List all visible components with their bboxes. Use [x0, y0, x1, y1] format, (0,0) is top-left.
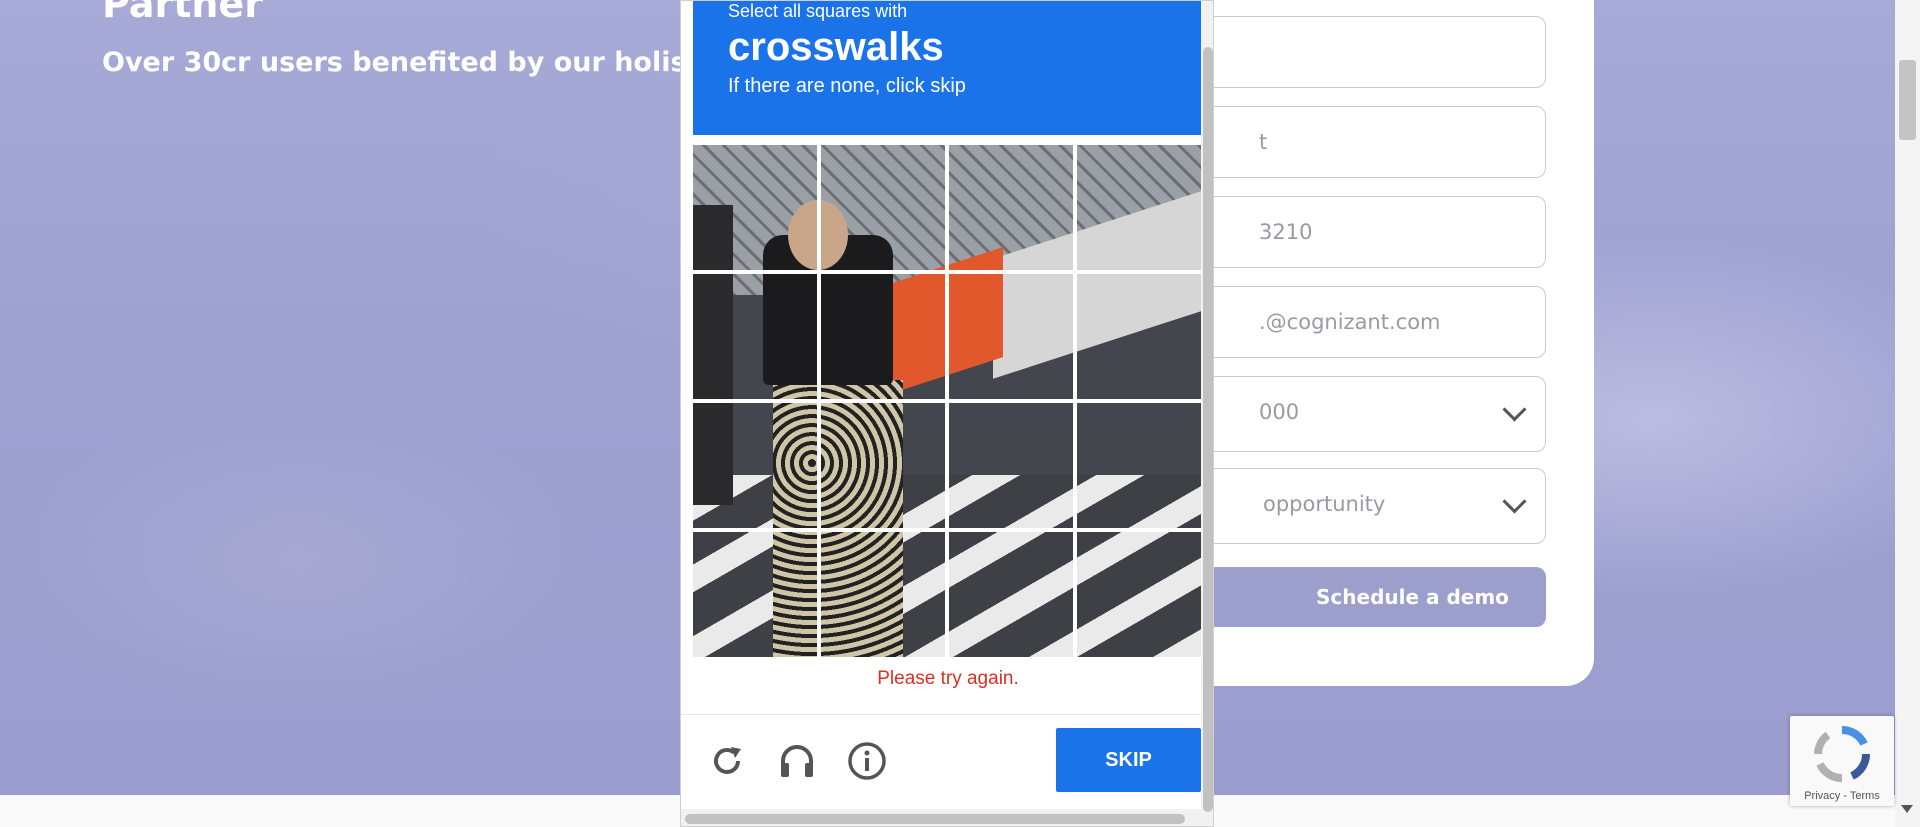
phone-field[interactable]: 3210 — [1206, 196, 1546, 268]
company-size-select[interactable]: 000 — [1206, 376, 1546, 452]
captcha-tile-image — [949, 532, 1073, 657]
captcha-tile-image — [693, 532, 817, 657]
name-field[interactable] — [1206, 16, 1546, 88]
captcha-header: Select all squares with crosswalks If th… — [693, 1, 1201, 135]
captcha-tile[interactable] — [693, 403, 817, 528]
company-field[interactable]: t — [1206, 106, 1546, 178]
phone-field-value: 3210 — [1259, 220, 1313, 244]
captcha-challenge: Select all squares with crosswalks If th… — [680, 0, 1214, 827]
captcha-instruction: Select all squares with — [728, 1, 908, 21]
captcha-tile-image — [1077, 274, 1201, 399]
captcha-tile[interactable] — [821, 403, 945, 528]
captcha-horizontal-scrollbar-thumb[interactable] — [685, 814, 1185, 824]
captcha-tile[interactable] — [821, 274, 945, 399]
captcha-tile-image — [1077, 532, 1201, 657]
captcha-tile[interactable] — [949, 145, 1073, 270]
captcha-tile[interactable] — [949, 532, 1073, 657]
captcha-target: crosswalks — [728, 25, 944, 69]
captcha-tile-image — [949, 274, 1073, 399]
schedule-demo-button[interactable]: Schedule a demo — [1206, 567, 1546, 627]
captcha-tile-image — [1077, 403, 1201, 528]
captcha-tile-image — [1077, 145, 1201, 270]
captcha-tile[interactable] — [693, 274, 817, 399]
captcha-tile-image — [693, 145, 817, 270]
captcha-tile[interactable] — [821, 532, 945, 657]
captcha-tile-image — [949, 403, 1073, 528]
recaptcha-badge[interactable]: Privacy - Terms — [1790, 716, 1894, 806]
captcha-grid — [693, 145, 1201, 657]
email-field[interactable]: .@cognizant.com — [1206, 286, 1546, 358]
audio-icon[interactable] — [777, 741, 817, 781]
captcha-tile-image — [693, 403, 817, 528]
skip-button[interactable]: SKIP — [1056, 728, 1201, 792]
captcha-tile[interactable] — [821, 145, 945, 270]
chevron-down-icon — [1502, 397, 1527, 422]
captcha-tile[interactable] — [693, 145, 817, 270]
captcha-tile[interactable] — [1077, 403, 1201, 528]
captcha-tile[interactable] — [949, 403, 1073, 528]
email-field-value: .@cognizant.com — [1259, 310, 1441, 334]
opportunity-select[interactable]: opportunity — [1206, 468, 1546, 544]
hero-subheading: Over 30cr users benefited by our holisti… — [102, 47, 702, 78]
captcha-tile[interactable] — [949, 274, 1073, 399]
chevron-down-icon — [1502, 489, 1527, 514]
company-field-value: t — [1259, 130, 1268, 154]
reload-icon[interactable] — [707, 741, 747, 781]
recaptcha-links[interactable]: Privacy - Terms — [1790, 790, 1894, 802]
opportunity-value: opportunity — [1263, 492, 1386, 516]
captcha-tile-image — [821, 274, 945, 399]
captcha-tile-image — [693, 274, 817, 399]
captcha-vertical-scrollbar-thumb[interactable] — [1203, 47, 1213, 812]
captcha-tile[interactable] — [1077, 145, 1201, 270]
captcha-tile-image — [949, 145, 1073, 270]
info-icon[interactable] — [847, 741, 887, 781]
captcha-tile-image — [821, 403, 945, 528]
captcha-divider — [681, 714, 1213, 715]
page-scrollbar[interactable] — [1895, 0, 1920, 827]
company-size-value: 000 — [1259, 400, 1300, 424]
captcha-tile[interactable] — [1077, 274, 1201, 399]
recaptcha-logo-icon — [1814, 725, 1871, 783]
captcha-tile-image — [821, 532, 945, 657]
page-scrollbar-thumb[interactable] — [1899, 60, 1916, 140]
captcha-tile[interactable] — [693, 532, 817, 657]
demo-form-card: t 3210 .@cognizant.com 000 opportunity S… — [1150, 0, 1594, 686]
hero-heading: Partner — [102, 0, 263, 26]
captcha-error: Please try again. — [877, 668, 1019, 689]
captcha-subtext: If there are none, click skip — [728, 75, 966, 97]
captcha-tile[interactable] — [1077, 532, 1201, 657]
captcha-horizontal-scrollbar[interactable] — [681, 809, 1201, 826]
scroll-down-arrow-icon[interactable] — [1901, 805, 1913, 813]
captcha-vertical-scrollbar[interactable] — [1201, 1, 1213, 826]
captcha-tile-image — [821, 145, 945, 270]
